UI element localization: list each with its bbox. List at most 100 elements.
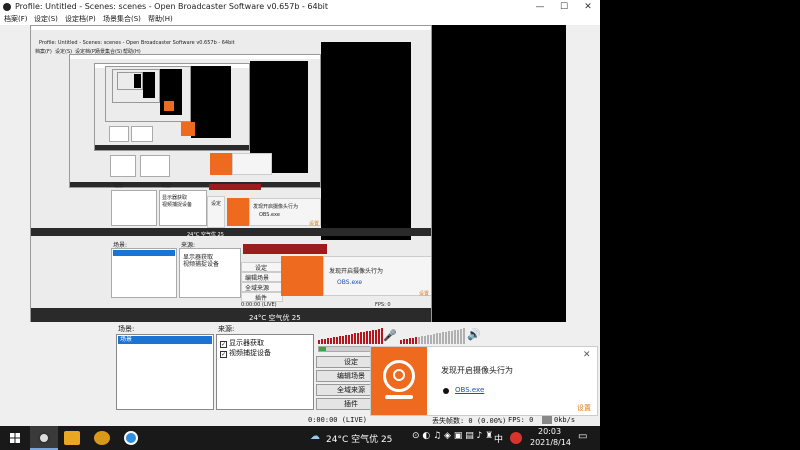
dropped-frames: 丢失帧数: 0 (0.00%): [432, 417, 507, 425]
vu-bar: [342, 335, 344, 344]
menu-help[interactable]: 帮助(H): [148, 14, 173, 25]
vu-bar: [321, 339, 323, 344]
preview-canvas[interactable]: Profile: Untitled - Scenes: scenes - Ope…: [2, 25, 598, 322]
vu-bar: [400, 340, 402, 344]
vu-bar: [354, 333, 356, 344]
vu-bar: [406, 338, 408, 344]
microphone-icon[interactable]: 🎤: [383, 329, 397, 342]
nested-sources-label-lg: 来源:: [181, 242, 196, 249]
nested-scenes-label-lg: 场景:: [113, 242, 128, 249]
vu-bar: [412, 337, 414, 344]
sources-list[interactable]: ✓ 显示器获取 ✓ 视频捕捉设备: [216, 334, 314, 410]
source-label: 显示器获取: [229, 339, 264, 347]
taskbar: ☁ 24°C 空气优 25 ⊙ ◐ ♫ ◈ ▣ ▤ ♪ ♜ 中 20:03 20…: [0, 426, 600, 450]
weather-text[interactable]: 24°C 空气优 25: [326, 432, 392, 445]
vu-bar: [327, 338, 329, 344]
vu-bar: [333, 337, 335, 344]
sources-label: 来源:: [218, 325, 235, 333]
ime-indicator[interactable]: 中: [494, 432, 503, 445]
vu-bar: [463, 328, 465, 344]
vu-bar: [457, 329, 459, 344]
source-label: 视频捕捉设备: [229, 349, 271, 357]
nested-capture-4: [105, 66, 191, 122]
taskbar-app-icon-2[interactable]: [64, 431, 80, 445]
nested-menu-file: 档案(F): [35, 49, 52, 55]
nested-scenes-label: 场景:: [113, 183, 125, 189]
camera-notification[interactable]: 发现开启摄像头行为 OBS.exe 设置 ✕: [370, 346, 598, 416]
notification-close-button[interactable]: ✕: [583, 350, 591, 360]
vu-bar: [348, 334, 350, 344]
taskbar-obs-button[interactable]: [30, 426, 58, 450]
close-button[interactable]: ✕: [576, 0, 600, 14]
nested-source-1: 显示器获取: [162, 195, 188, 201]
vu-bar: [427, 335, 429, 344]
maximize-button[interactable]: ☐: [552, 0, 576, 14]
vu-bar: [436, 333, 438, 344]
camera-icon: [371, 347, 427, 415]
nested-weather: 24°C 空气优 25: [187, 232, 224, 238]
scenes-list[interactable]: 场景: [116, 334, 214, 410]
mic-volume-meter: [400, 328, 465, 344]
scene-item[interactable]: 场景: [118, 336, 212, 344]
scenes-label: 场景:: [118, 325, 135, 333]
notification-title: 发现开启摄像头行为: [441, 366, 513, 375]
source-item-display-capture[interactable]: ✓ 显示器获取: [220, 338, 264, 348]
notification-app-link[interactable]: OBS.exe: [455, 386, 484, 394]
nested-notif-lg: [323, 256, 431, 296]
menu-file[interactable]: 档案(F): [4, 14, 28, 25]
notification-settings-link[interactable]: 设置: [577, 403, 591, 413]
nested-scenes-list: [111, 190, 157, 226]
stream-time: 0:00:00 (LIVE): [308, 416, 368, 424]
vu-bar: [345, 335, 347, 344]
menu-settings[interactable]: 设定(S): [34, 14, 58, 25]
vu-bar: [375, 329, 377, 344]
vu-bar: [378, 329, 380, 344]
nested-notif-title: 发现开启摄像头行为: [253, 204, 299, 210]
nested-notif-lg-icon: [281, 256, 323, 296]
nested-notif-lg-title: 发现开启摄像头行为: [329, 268, 384, 275]
bitrate: 0kb/s: [554, 416, 576, 424]
notification-center-icon[interactable]: ▭: [578, 431, 587, 442]
obs-taskbar-icon: [38, 432, 50, 444]
vu-bar: [421, 336, 423, 344]
source-checkbox[interactable]: ✓: [220, 341, 227, 348]
nested-capture-3: [94, 63, 250, 151]
obs-logo-icon: [3, 3, 11, 11]
nested-notif-icon: [227, 198, 249, 226]
clock-time[interactable]: 20:03: [538, 427, 561, 436]
clock-date[interactable]: 2021/8/14: [530, 438, 571, 447]
menu-scene-collection[interactable]: 场景集合(S): [103, 14, 141, 25]
vu-bar: [360, 332, 362, 344]
menu-bar: 档案(F) 设定(S) 设定档(P) 场景集合(S) 帮助(H): [0, 14, 600, 25]
nested-btn-lg-edit: 编辑场景: [245, 275, 270, 282]
vu-bar: [403, 339, 405, 344]
speaker-icon[interactable]: 🔊: [467, 328, 481, 341]
vu-bar: [369, 330, 371, 344]
menu-profile[interactable]: 设定档(P): [65, 14, 96, 25]
nested-source-lg-2: 视频捕捉设备: [183, 261, 220, 268]
title-bar[interactable]: Profile: Untitled - Scenes: scenes - Ope…: [0, 0, 600, 14]
vu-bar: [409, 338, 411, 344]
tray-red-icon[interactable]: [510, 432, 522, 444]
desktop-volume-slider[interactable]: [318, 346, 376, 352]
bitrate-indicator: [542, 416, 552, 424]
vu-bar: [424, 335, 426, 344]
vu-bar: [439, 332, 441, 344]
tray-icons[interactable]: ⊙ ◐ ♫ ◈ ▣ ▤ ♪ ♜: [412, 431, 493, 441]
nested-btn-settings: 设定: [211, 201, 222, 207]
taskbar-app-icon-4[interactable]: [124, 431, 138, 445]
screen: Profile: Untitled - Scenes: scenes - Ope…: [0, 0, 800, 450]
windows-start-icon[interactable]: [10, 433, 20, 443]
nested-source-2: 视频捕捉设备: [162, 202, 193, 208]
nested-capture-1: Profile: Untitled - Scenes: scenes - Ope…: [30, 25, 432, 322]
nested-capture-2: [69, 54, 321, 188]
captured-black-pane: [432, 25, 566, 322]
source-item-video-capture[interactable]: ✓ 视频捕捉设备: [220, 348, 271, 358]
nested-title: Profile: Untitled - Scenes: scenes - Ope…: [39, 40, 235, 46]
minimize-button[interactable]: —: [528, 0, 552, 14]
source-checkbox[interactable]: ✓: [220, 351, 227, 358]
vu-bar: [445, 331, 447, 344]
weather-cloud-icon: ☁: [310, 431, 320, 442]
taskbar-app-icon-3[interactable]: [94, 431, 110, 445]
nested-btn-lg-settings: 设定: [255, 265, 268, 272]
